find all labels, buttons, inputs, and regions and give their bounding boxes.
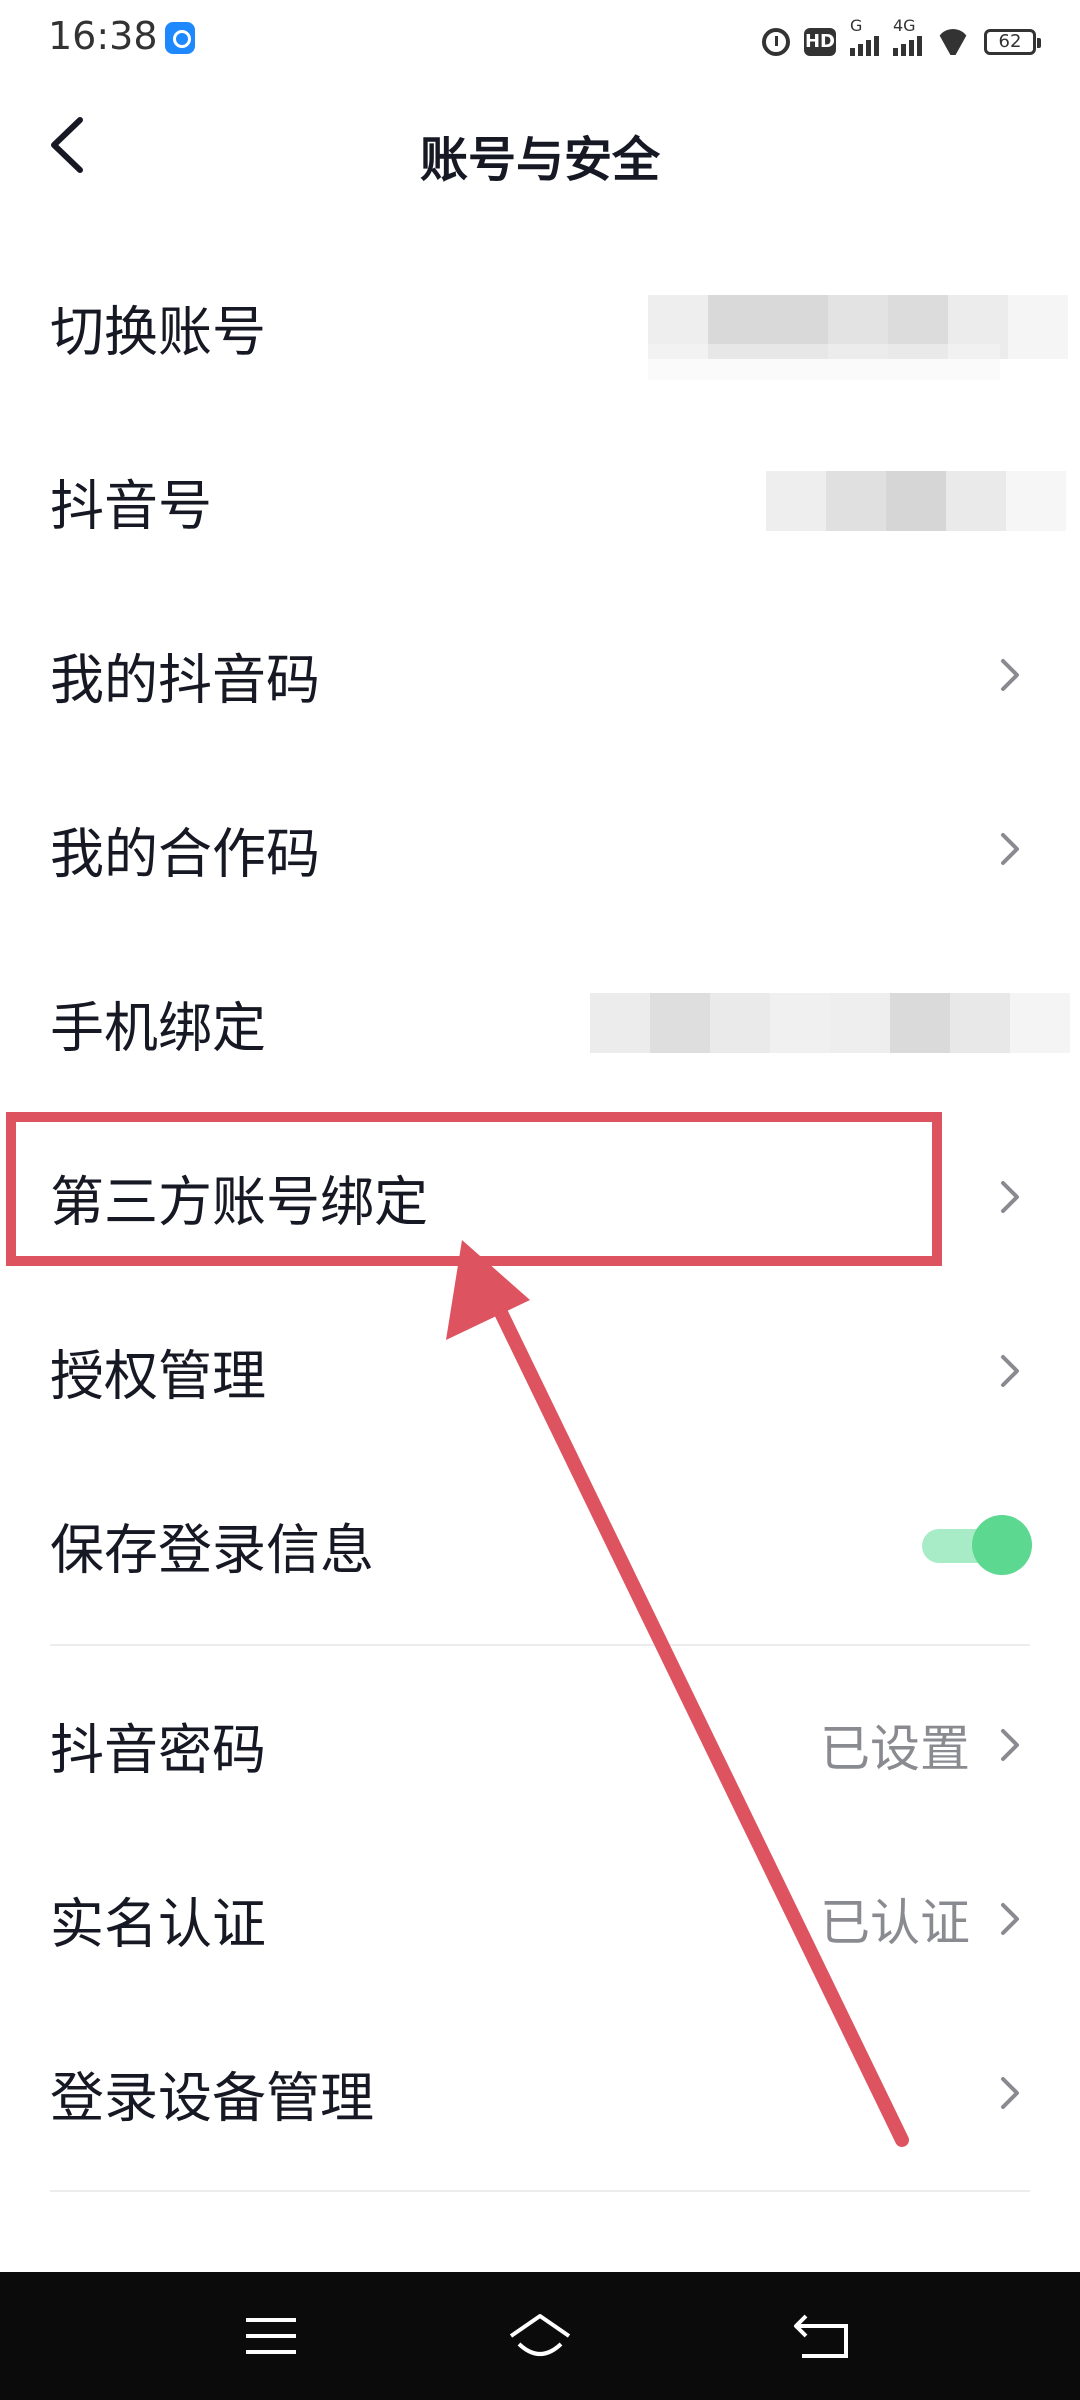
signal-g-icon: G [850, 16, 879, 56]
row-label: 手机绑定 [50, 996, 266, 1060]
chevron-right-icon [995, 1897, 1025, 1941]
redacted-value [766, 471, 1066, 531]
battery-icon: 62 [984, 29, 1041, 55]
douyin-password-row[interactable]: 抖音密码 已设置 [0, 1658, 1080, 1832]
signal-4g-label: 4G [893, 16, 916, 35]
row-label: 抖音密码 [50, 1718, 266, 1782]
signal-4g-icon: 4G [893, 16, 922, 56]
chevron-right-icon [995, 1175, 1025, 1219]
row-label: 切换账号 [50, 300, 266, 364]
switch-account-row[interactable]: 切换账号 [0, 240, 1080, 414]
phone-binding-row[interactable]: 手机绑定 [0, 936, 1080, 1110]
redacted-value-2 [648, 343, 1000, 380]
home-button[interactable] [505, 2306, 575, 2366]
redacted-value [590, 993, 1070, 1053]
section-divider [50, 1644, 1030, 1646]
status-time: 16:38 [48, 14, 158, 58]
save-login-info-row: 保存登录信息 [0, 1458, 1080, 1632]
header-bar: 账号与安全 [0, 80, 1080, 220]
row-value: 已认证 [820, 1894, 970, 1952]
signal-g-label: G [850, 16, 863, 35]
toggle-knob [972, 1515, 1032, 1575]
login-device-management-row[interactable]: 登录设备管理 [0, 2006, 1080, 2180]
row-label: 实名认证 [50, 1892, 266, 1956]
return-icon [794, 2314, 848, 2358]
my-douyin-code-row[interactable]: 我的抖音码 [0, 588, 1080, 762]
hd-icon: HD [804, 28, 836, 56]
row-label: 授权管理 [50, 1344, 266, 1408]
row-label: 我的抖音码 [50, 648, 320, 712]
chevron-right-icon [995, 2071, 1025, 2115]
chevron-right-icon [995, 1723, 1025, 1767]
save-login-toggle[interactable] [922, 1513, 1032, 1577]
chevron-right-icon [995, 827, 1025, 871]
alarm-app-icon [165, 22, 195, 54]
wifi-icon [936, 29, 970, 55]
real-name-verification-row[interactable]: 实名认证 已认证 [0, 1832, 1080, 2006]
page-title: 账号与安全 [419, 132, 660, 188]
row-value: 已设置 [820, 1720, 970, 1778]
chevron-right-icon [995, 653, 1025, 697]
back-nav-button[interactable] [788, 2306, 858, 2366]
home-icon [509, 2314, 571, 2356]
status-icons: HD G 4G 62 [762, 16, 1041, 64]
section-divider [50, 2190, 1030, 2192]
status-bar: 16:38 HD G 4G 62 [0, 0, 1080, 80]
chevron-right-icon [995, 1349, 1025, 1393]
douyin-id-row[interactable]: 抖音号 [0, 414, 1080, 588]
row-label: 抖音号 [50, 474, 212, 538]
system-nav-bar [0, 2272, 1080, 2400]
row-label: 登录设备管理 [50, 2066, 374, 2130]
alarm-clock-icon [762, 28, 790, 56]
my-cooperation-code-row[interactable]: 我的合作码 [0, 762, 1080, 936]
highlight-box [6, 1112, 942, 1266]
row-label: 我的合作码 [50, 822, 320, 886]
row-label: 保存登录信息 [50, 1518, 374, 1582]
menu-button[interactable] [236, 2306, 306, 2366]
menu-icon [246, 2318, 296, 2354]
authorization-management-row[interactable]: 授权管理 [0, 1284, 1080, 1458]
